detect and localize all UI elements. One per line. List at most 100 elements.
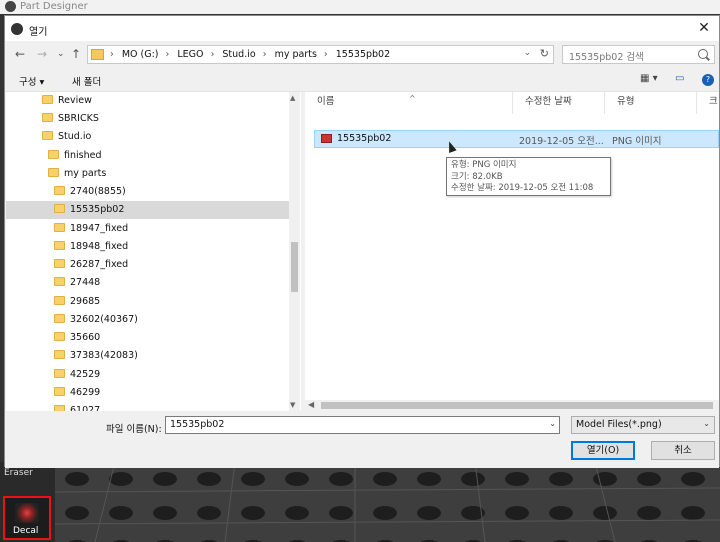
column-header-size[interactable]: 크기 — [697, 92, 719, 114]
recent-locations-button[interactable]: ⌄ — [57, 49, 65, 59]
folder-icon — [54, 259, 65, 268]
sort-ascending-icon: ^ — [409, 94, 416, 103]
breadcrumb-item[interactable]: 15535pb02 — [336, 49, 390, 60]
file-type-select[interactable]: Model Files(*.png) ⌄ — [571, 416, 715, 434]
folder-icon — [54, 223, 65, 232]
breadcrumb-item[interactable]: LEGO — [177, 49, 203, 60]
image-file-icon — [321, 134, 332, 143]
file-date: 2019-12-05 오전... — [519, 136, 604, 147]
scrollbar-thumb[interactable] — [291, 242, 298, 292]
folder-icon — [42, 95, 53, 104]
column-header-name[interactable]: 이름 ^ — [305, 92, 513, 114]
help-button[interactable]: ? — [702, 74, 714, 86]
chevron-down-icon[interactable]: ⌄ — [523, 48, 531, 58]
file-tooltip: 유형: PNG 이미지 크기: 82.0KB 수정한 날짜: 2019-12-0… — [446, 157, 611, 196]
open-file-dialog: 열기 ✕ ← → ⌄ ↑ › MO (G:) › LEGO › Stud.io … — [4, 15, 720, 468]
scroll-down-icon[interactable]: ▼ — [290, 401, 295, 409]
organize-menu[interactable]: 구성 ▾ — [19, 74, 44, 88]
tooltip-type: 유형: PNG 이미지 — [451, 160, 517, 170]
tree-item-review[interactable]: Review — [42, 92, 289, 110]
tooltip-size: 크기: 82.0KB — [451, 171, 503, 182]
3d-viewport[interactable] — [55, 462, 720, 542]
tree-item-2740[interactable]: 2740(8855) — [54, 183, 289, 201]
folder-icon — [48, 150, 59, 159]
tree-item-46299[interactable]: 46299 — [54, 384, 289, 402]
tree-item-18948-fixed[interactable]: 18948_fixed — [54, 238, 289, 256]
tree-item-27448[interactable]: 27448 — [54, 274, 289, 292]
preview-pane-button[interactable]: ▭ — [675, 73, 684, 84]
tree-item-18947-fixed[interactable]: 18947_fixed — [54, 220, 289, 238]
chevron-right-icon: › — [110, 49, 114, 60]
folder-icon — [42, 113, 53, 122]
tree-scrollbar[interactable]: ▲ ▼ — [289, 92, 300, 411]
address-bar[interactable]: › MO (G:) › LEGO › Stud.io › my parts › … — [87, 45, 554, 64]
filename-input[interactable]: 15535pb02 ⌄ — [165, 416, 560, 434]
decal-icon — [15, 503, 39, 523]
folder-icon — [54, 277, 65, 286]
decal-tool-label: Decal — [13, 526, 39, 536]
chevron-right-icon: › — [262, 49, 267, 60]
search-icon — [698, 49, 708, 59]
app-title: Part Designer — [20, 1, 88, 12]
app-icon — [5, 1, 16, 12]
open-button[interactable]: 열기(O) — [571, 441, 635, 460]
scrollbar-thumb[interactable] — [321, 402, 713, 409]
breadcrumb-item[interactable]: MO (G:) — [122, 49, 159, 60]
tree-item-61027[interactable]: 61027 — [54, 402, 289, 411]
dialog-app-icon — [11, 23, 23, 35]
back-button[interactable]: ← — [15, 47, 25, 61]
up-folder-button[interactable]: ↑ — [71, 47, 81, 61]
folder-icon — [54, 186, 65, 195]
folder-icon — [54, 350, 65, 359]
tree-item-42529[interactable]: 42529 — [54, 366, 289, 384]
file-row[interactable]: 15535pb02 2019-12-05 오전... PNG 이미지 — [314, 130, 719, 148]
breadcrumb-item[interactable]: Stud.io — [222, 49, 255, 60]
tree-item-15535pb02[interactable]: 15535pb02 — [6, 201, 289, 219]
chevron-right-icon: › — [165, 49, 170, 60]
decal-tool-button[interactable]: Decal — [3, 496, 51, 540]
cancel-button[interactable]: 취소 — [651, 441, 715, 460]
horizontal-scrollbar[interactable]: ◀ — [305, 400, 719, 411]
dialog-title: 열기 — [29, 27, 48, 38]
folder-icon — [54, 387, 65, 396]
dialog-footer: 파일 이름(N): 15535pb02 ⌄ Model Files(*.png)… — [5, 413, 719, 468]
eraser-tool-label[interactable]: Eraser — [4, 468, 33, 478]
filename-label: 파일 이름(N): — [106, 424, 162, 435]
close-button[interactable]: ✕ — [695, 19, 713, 37]
tree-item-26287-fixed[interactable]: 26287_fixed — [54, 256, 289, 274]
tree-item-32602[interactable]: 32602(40367) — [54, 311, 289, 329]
scroll-left-icon[interactable]: ◀ — [308, 400, 314, 409]
tooltip-date: 수정한 날짜: 2019-12-05 오전 11:08 — [451, 183, 594, 193]
file-type-value: Model Files(*.png) — [576, 419, 662, 430]
folder-tree: Review SBRICKS Stud.io finished my parts… — [6, 92, 301, 411]
folder-icon — [54, 405, 65, 411]
tree-item-finished[interactable]: finished — [48, 147, 289, 165]
file-list: 이름 ^ 수정한 날짜 유형 크기 15535pb02 2019-12-05 오… — [305, 92, 719, 411]
tree-item-35660[interactable]: 35660 — [54, 329, 289, 347]
folder-icon — [48, 168, 59, 177]
navigation-bar: ← → ⌄ ↑ › MO (G:) › LEGO › Stud.io › my … — [5, 42, 719, 68]
search-input[interactable]: 15535pb02 검색 — [562, 45, 715, 64]
column-header-type[interactable]: 유형 — [605, 92, 697, 114]
chevron-down-icon[interactable]: ⌄ — [549, 419, 556, 428]
tree-item-my-parts[interactable]: my parts — [48, 165, 289, 183]
file-name: 15535pb02 — [337, 133, 392, 144]
tree-item-sbricks[interactable]: SBRICKS — [42, 110, 289, 128]
folder-icon — [54, 204, 65, 213]
folder-icon — [54, 369, 65, 378]
column-header-date[interactable]: 수정한 날짜 — [513, 92, 605, 114]
chevron-right-icon: › — [323, 49, 328, 60]
forward-button[interactable]: → — [37, 47, 47, 61]
new-folder-button[interactable]: 새 폴더 — [72, 74, 101, 88]
tree-item-studio[interactable]: Stud.io — [42, 128, 289, 146]
breadcrumb: › MO (G:) › LEGO › Stud.io › my parts › … — [110, 49, 394, 60]
tree-item-37383[interactable]: 37383(42083) — [54, 347, 289, 365]
scroll-up-icon[interactable]: ▲ — [290, 94, 295, 102]
chevron-down-icon: ⌄ — [703, 419, 710, 428]
app-titlebar: Part Designer — [0, 0, 720, 14]
refresh-button[interactable]: ↻ — [540, 47, 549, 60]
view-options-button[interactable]: ▦ ▾ — [640, 73, 658, 84]
tree-item-29685[interactable]: 29685 — [54, 293, 289, 311]
breadcrumb-item[interactable]: my parts — [275, 49, 317, 60]
filename-value: 15535pb02 — [170, 419, 225, 430]
